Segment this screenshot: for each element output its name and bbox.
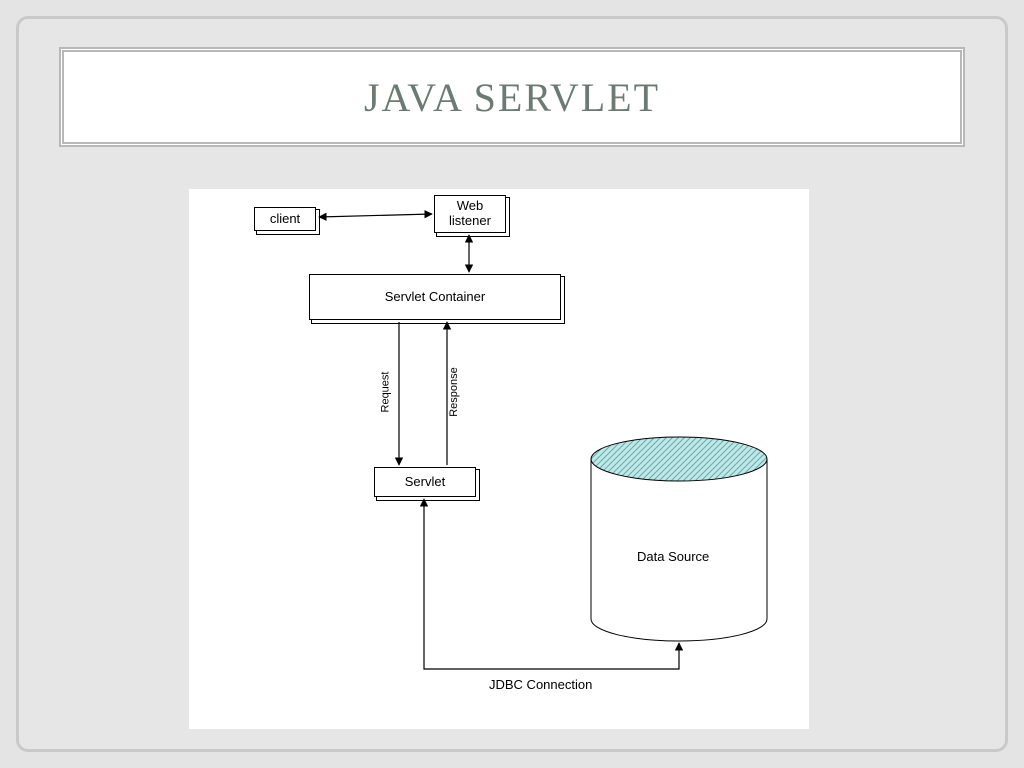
label-jdbc: JDBC Connection — [489, 677, 592, 692]
title-box: JAVA SERVLET — [59, 47, 965, 147]
label-request: Request — [379, 372, 391, 413]
label-response: Response — [448, 367, 460, 417]
slide-frame: JAVA SERVLET client Web listener Servlet… — [16, 16, 1008, 752]
arrow-client-weblistener — [319, 214, 432, 217]
arrows-layer — [189, 189, 809, 729]
slide-title: JAVA SERVLET — [364, 74, 660, 121]
diagram-canvas: client Web listener Servlet Container Se… — [189, 189, 809, 729]
arrow-jdbc — [424, 499, 679, 669]
